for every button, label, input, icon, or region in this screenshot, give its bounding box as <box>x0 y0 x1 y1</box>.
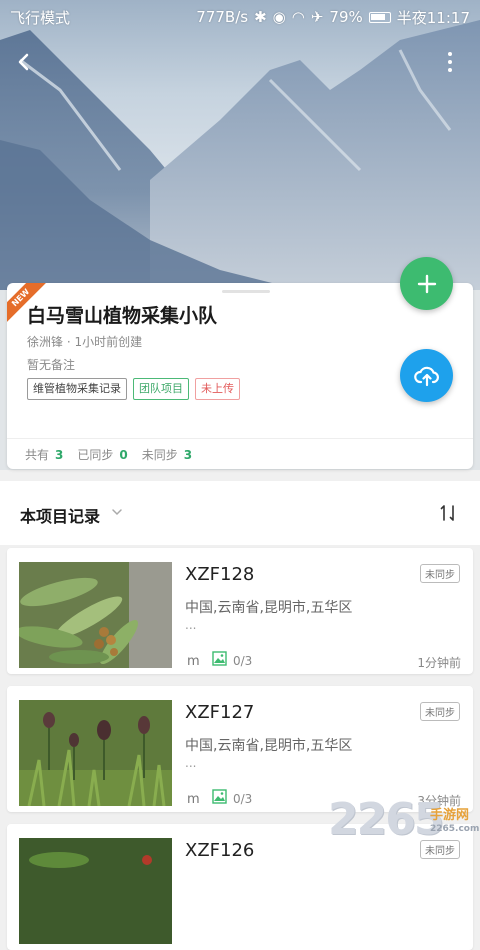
drag-handle[interactable] <box>222 290 270 293</box>
sync-status-badge: 未同步 <box>420 702 460 721</box>
stat-unsynced: 未同步 3 <box>141 448 193 462</box>
wifi-icon: ◠ <box>291 8 305 26</box>
bluetooth-icon: ✱ <box>254 8 267 26</box>
tag-record-type: 维管植物采集记录 <box>27 378 127 400</box>
project-title: 白马雪山植物采集小队 <box>27 305 218 327</box>
record-thumbnail <box>19 700 172 806</box>
status-bar: 飞行模式 777B/s ✱ ◉ ◠ ✈ 79% 半夜11:17 <box>0 0 480 34</box>
image-count: 0/3 <box>233 654 253 668</box>
record-time: 1分钟前 <box>417 656 461 670</box>
airplane-icon: ✈ <box>310 8 324 26</box>
record-location: 中国,云南省,昆明市,五华区 <box>185 738 353 754</box>
altitude-unit: m <box>187 792 200 807</box>
record-code: XZF126 <box>185 840 255 861</box>
eye-icon: ◉ <box>272 8 286 26</box>
project-note: 暂无备注 <box>27 358 76 372</box>
sync-status-badge: 未同步 <box>420 564 460 583</box>
record-description: ... <box>185 756 197 770</box>
more-dot-icon <box>448 52 452 56</box>
battery-percent: 79% <box>329 8 363 26</box>
record-item[interactable]: XZF128 未同步 中国,云南省,昆明市,五华区 ... m 0/3 1分钟前 <box>7 548 473 674</box>
record-thumbnail <box>19 838 172 944</box>
network-speed: 777B/s <box>196 8 249 26</box>
chevron-down-icon[interactable] <box>110 505 124 519</box>
battery-icon <box>368 11 391 23</box>
watermark-logo: 2265 手游网 2265.com <box>328 794 480 845</box>
divider <box>7 438 473 439</box>
airplane-mode-text: 飞行模式 <box>10 8 71 27</box>
record-thumbnail <box>19 562 172 668</box>
tag-not-uploaded: 未上传 <box>195 378 240 400</box>
project-meta: 徐洲锋 · 1小时前创建 <box>27 335 143 349</box>
back-arrow-icon <box>18 53 29 71</box>
stat-synced: 已同步 0 <box>77 448 128 462</box>
record-code: XZF127 <box>185 702 255 723</box>
back-button[interactable] <box>10 48 38 76</box>
plus-icon <box>417 274 436 293</box>
tag-team-project: 团队项目 <box>133 378 189 400</box>
sort-icon[interactable] <box>437 501 461 525</box>
more-menu-button[interactable] <box>438 48 462 76</box>
clock: 半夜11:17 <box>396 8 470 27</box>
record-description: ... <box>185 618 197 632</box>
more-dot-icon <box>448 68 452 72</box>
altitude-unit: m <box>187 654 200 669</box>
upload-button[interactable] <box>400 349 453 402</box>
image-count: 0/3 <box>233 792 253 806</box>
more-dot-icon <box>448 60 452 64</box>
cloud-upload-icon <box>413 366 439 386</box>
records-section-header: 本项目记录 <box>0 481 480 545</box>
record-code: XZF128 <box>185 564 255 585</box>
project-stats: 共有 3 已同步 0 未同步 3 <box>25 446 192 463</box>
record-location: 中国,云南省,昆明市,五华区 <box>185 600 353 616</box>
image-icon <box>212 789 227 804</box>
stat-total: 共有 3 <box>25 448 64 462</box>
project-tags: 维管植物采集记录 团队项目 未上传 <box>27 378 240 400</box>
section-title[interactable]: 本项目记录 <box>20 503 100 527</box>
add-record-button[interactable] <box>400 257 453 310</box>
image-icon <box>212 651 227 666</box>
